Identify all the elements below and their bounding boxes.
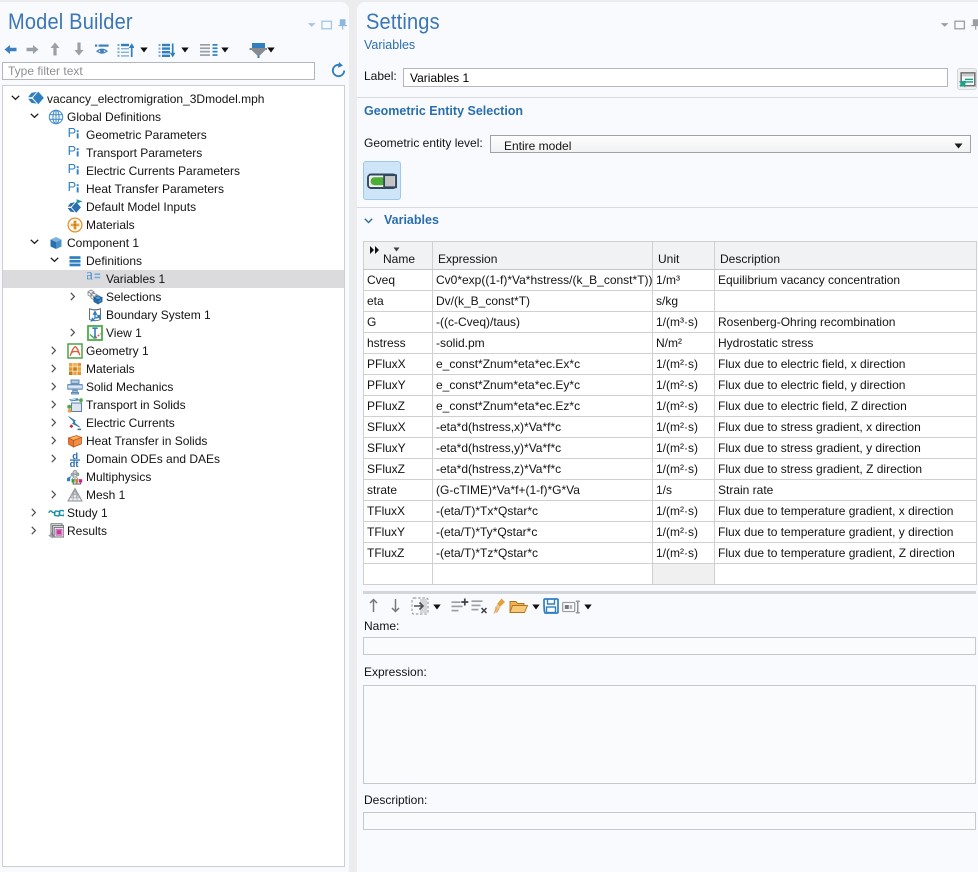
svg-text:P: P xyxy=(68,163,77,176)
svg-text:P: P xyxy=(68,181,77,194)
svg-text:P: P xyxy=(68,145,77,158)
svg-text:P: P xyxy=(68,127,77,140)
svg-text:a: a xyxy=(87,271,93,283)
svg-text:dt: dt xyxy=(70,459,80,467)
